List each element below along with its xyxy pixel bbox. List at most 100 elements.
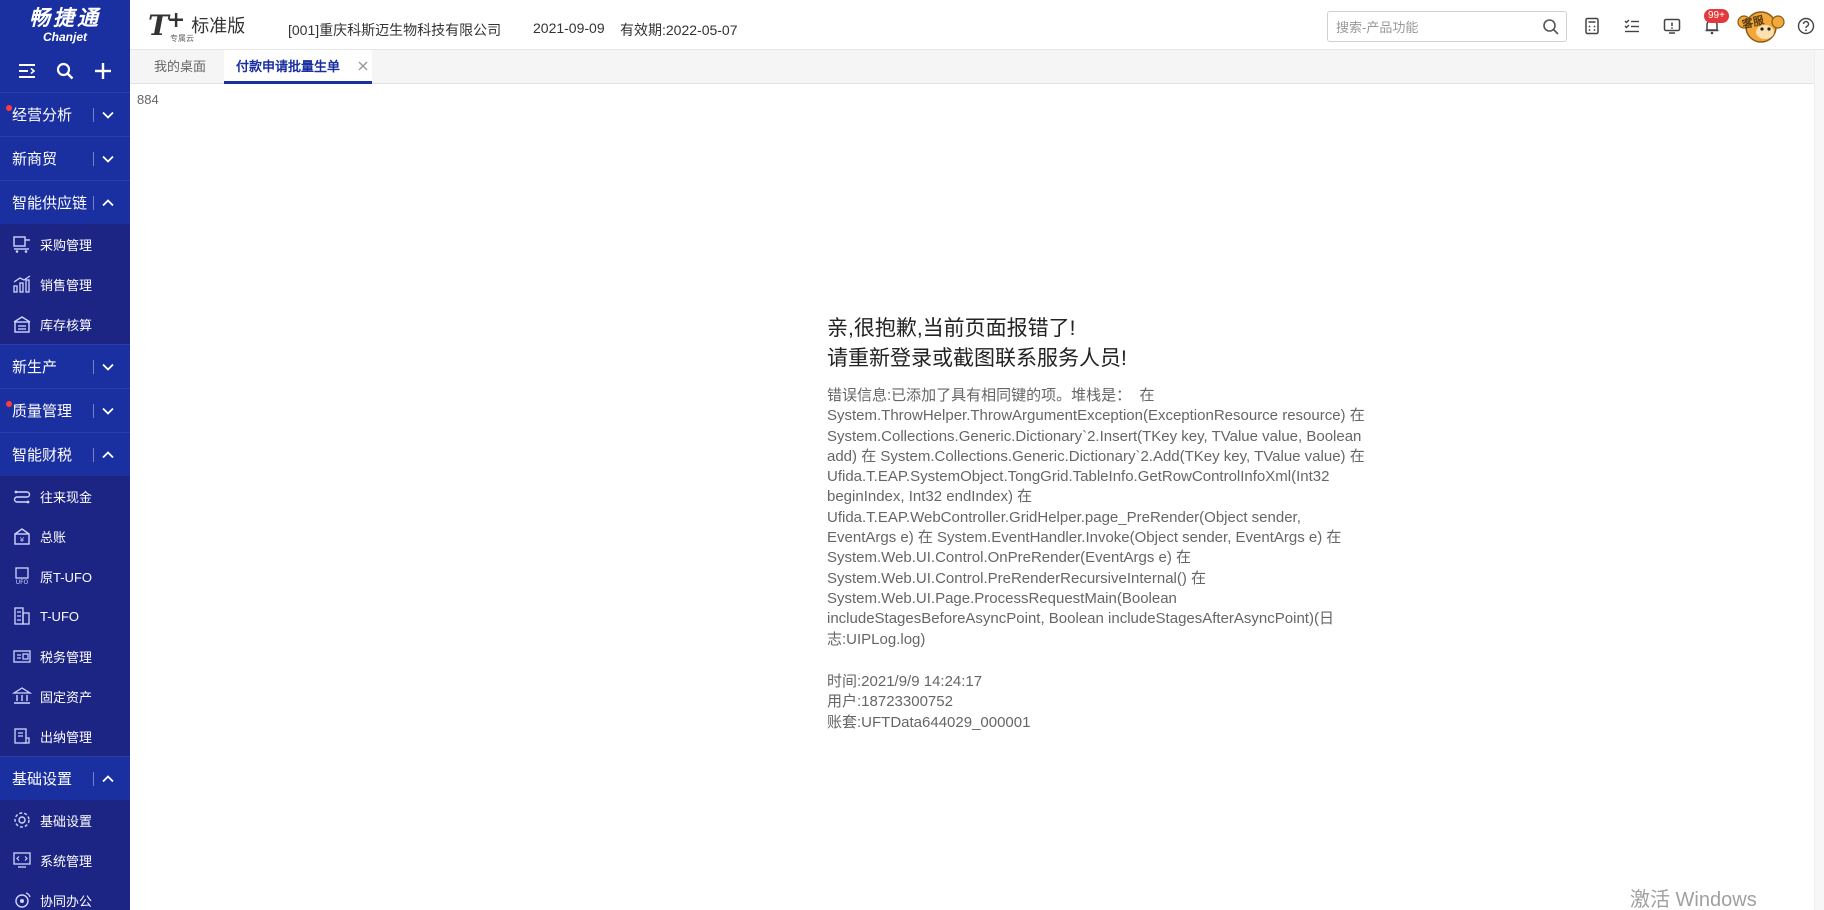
divider [93, 152, 94, 166]
nav-item-label: 往来现金 [40, 489, 93, 505]
notification-badge: 99+ [1704, 9, 1729, 23]
nav-group-label: 新生产 [12, 359, 58, 376]
nav-item-system-management[interactable]: 系统管理 [0, 840, 130, 880]
nav-group-basic-settings[interactable]: 基础设置 [0, 756, 130, 800]
nav-item-legacy-t-ufo[interactable]: UFO 原T-UFO [0, 556, 130, 596]
divider [93, 772, 94, 786]
error-time: 时间:2021/9/9 14:24:17 [827, 673, 983, 690]
nav-group-label: 经营分析 [12, 107, 73, 124]
nav-item-label: 基础设置 [40, 813, 93, 829]
new-indicator-dot [6, 401, 12, 407]
nav-group-label: 新商贸 [12, 151, 58, 168]
chevron-up-icon[interactable] [100, 195, 116, 211]
nav-item-label: 库存核算 [40, 317, 93, 333]
ufo-report-icon: UFO [15, 567, 29, 586]
nav-group-new-production[interactable]: 新生产 [0, 344, 130, 388]
bank-icon [12, 687, 32, 704]
cashier-icon [14, 728, 30, 744]
search-icon[interactable] [1542, 18, 1560, 36]
nav-item-label: 原T-UFO [40, 569, 92, 585]
ledger-icon: ¥ [14, 528, 30, 545]
error-user: 用户:18723300752 [827, 693, 953, 710]
activation-watermark: 激活 Windows [1630, 889, 1757, 910]
chevron-down-icon[interactable] [100, 359, 116, 375]
divider [93, 108, 94, 122]
menu-collapse-icon[interactable] [17, 61, 37, 81]
warehouse-icon [13, 316, 31, 333]
nav-group-business-analysis[interactable]: 经营分析 [0, 92, 130, 136]
code-monitor-icon [13, 852, 31, 868]
nav-item-purchase[interactable]: 采购管理 [0, 224, 130, 264]
close-icon[interactable] [356, 59, 370, 73]
chevron-down-icon[interactable] [100, 151, 116, 167]
message-icon[interactable] [1663, 17, 1681, 35]
svg-text:UFO: UFO [16, 579, 29, 586]
nav-item-tax[interactable]: 税务管理 [0, 636, 130, 676]
search-box [1327, 11, 1567, 42]
nav-group-label: 质量管理 [12, 403, 73, 420]
tab-my-desktop[interactable]: 我的桌面 [142, 50, 218, 84]
nav-item-label: 销售管理 [40, 277, 93, 293]
nav-item-general-ledger[interactable]: ¥ 总账 [0, 516, 130, 556]
nav-item-label: 协同办公 [40, 893, 93, 909]
calculator-icon[interactable] [1583, 17, 1601, 35]
nav-item-basic-settings[interactable]: 基础设置 [0, 800, 130, 840]
nav-item-cashier[interactable]: 出纳管理 [0, 716, 130, 756]
nav-group-quality[interactable]: 质量管理 [0, 388, 130, 432]
nav-group-finance-tax[interactable]: 智能财税 [0, 432, 130, 476]
nav-item-label: 采购管理 [40, 237, 93, 253]
nav-item-label: 系统管理 [40, 853, 93, 869]
tax-invoice-icon [13, 650, 31, 663]
divider [93, 404, 94, 418]
nav-group-new-trade[interactable]: 新商贸 [0, 136, 130, 180]
nav-item-label: 总账 [40, 529, 67, 545]
divider [93, 448, 94, 462]
chevron-up-icon[interactable] [100, 447, 116, 463]
search-input[interactable] [1336, 17, 1536, 37]
new-indicator-dot [6, 105, 12, 111]
nav-item-label: 出纳管理 [40, 729, 93, 745]
collaboration-icon [15, 892, 31, 908]
nav-item-label: T-UFO [40, 608, 79, 624]
valid-until: 有效期:2022-05-07 [620, 22, 738, 38]
top-header: 畅捷通 Chanjet T+ 专属云 标准版 [001]重庆科斯迈生物科技有限公… [0, 0, 1824, 50]
nav-item-fixed-assets[interactable]: 固定资产 [0, 676, 130, 716]
nav-group-label: 智能财税 [12, 447, 73, 464]
chevron-down-icon[interactable] [100, 107, 116, 123]
logo-chinese: 畅捷通 [29, 5, 101, 30]
nav-item-sales[interactable]: 销售管理 [0, 264, 130, 304]
error-title: 亲,很抱歉,当前页面报错了! 请重新登录或截图联系服务人员! [827, 314, 1127, 374]
nav-item-inventory[interactable]: 库存核算 [0, 304, 130, 344]
tab-payment-batch[interactable]: 付款申请批量生单 [224, 50, 373, 84]
divider [93, 360, 94, 374]
nav-item-collaboration[interactable]: 协同办公 [0, 880, 130, 910]
nav-item-cash-flow[interactable]: 往来现金 [0, 476, 130, 516]
help-icon[interactable] [1797, 17, 1815, 35]
record-counter: 884 [137, 92, 159, 107]
company-name[interactable]: [001]重庆科斯迈生物科技有限公司 [288, 20, 501, 40]
nav-group-label: 基础设置 [12, 771, 73, 788]
exchange-icon [13, 490, 31, 504]
chevron-up-icon[interactable] [100, 771, 116, 787]
nav-group-supply-chain[interactable]: 智能供应链 [0, 180, 130, 224]
chevron-down-icon[interactable] [100, 403, 116, 419]
login-date: 2021-09-09 [533, 20, 605, 36]
sidebar-toolbar [0, 50, 130, 92]
logo-english: Chanjet [42, 30, 87, 44]
brand-logo[interactable]: 畅捷通 Chanjet [0, 0, 130, 50]
add-icon[interactable] [93, 61, 113, 81]
nav-item-label: 税务管理 [40, 649, 93, 665]
error-stack-trace: 错误信息:已添加了具有相同键的项。堆栈是： 在 System.ThrowHelp… [827, 387, 1369, 648]
sales-chart-icon [13, 275, 31, 293]
nav-group-label: 智能供应链 [12, 195, 88, 212]
product-name: 标准版 [191, 16, 246, 36]
building-icon [14, 607, 30, 625]
nav-item-label: 固定资产 [40, 689, 93, 705]
task-list-icon[interactable] [1623, 17, 1641, 35]
nav-item-t-ufo[interactable]: T-UFO [0, 596, 130, 636]
sidebar-search-icon[interactable] [55, 61, 75, 81]
vertical-scrollbar[interactable] [1814, 50, 1824, 910]
svg-text:¥: ¥ [20, 536, 25, 544]
error-title-line-2: 请重新登录或截图联系服务人员! [827, 347, 1127, 370]
gear-icon [14, 812, 30, 828]
